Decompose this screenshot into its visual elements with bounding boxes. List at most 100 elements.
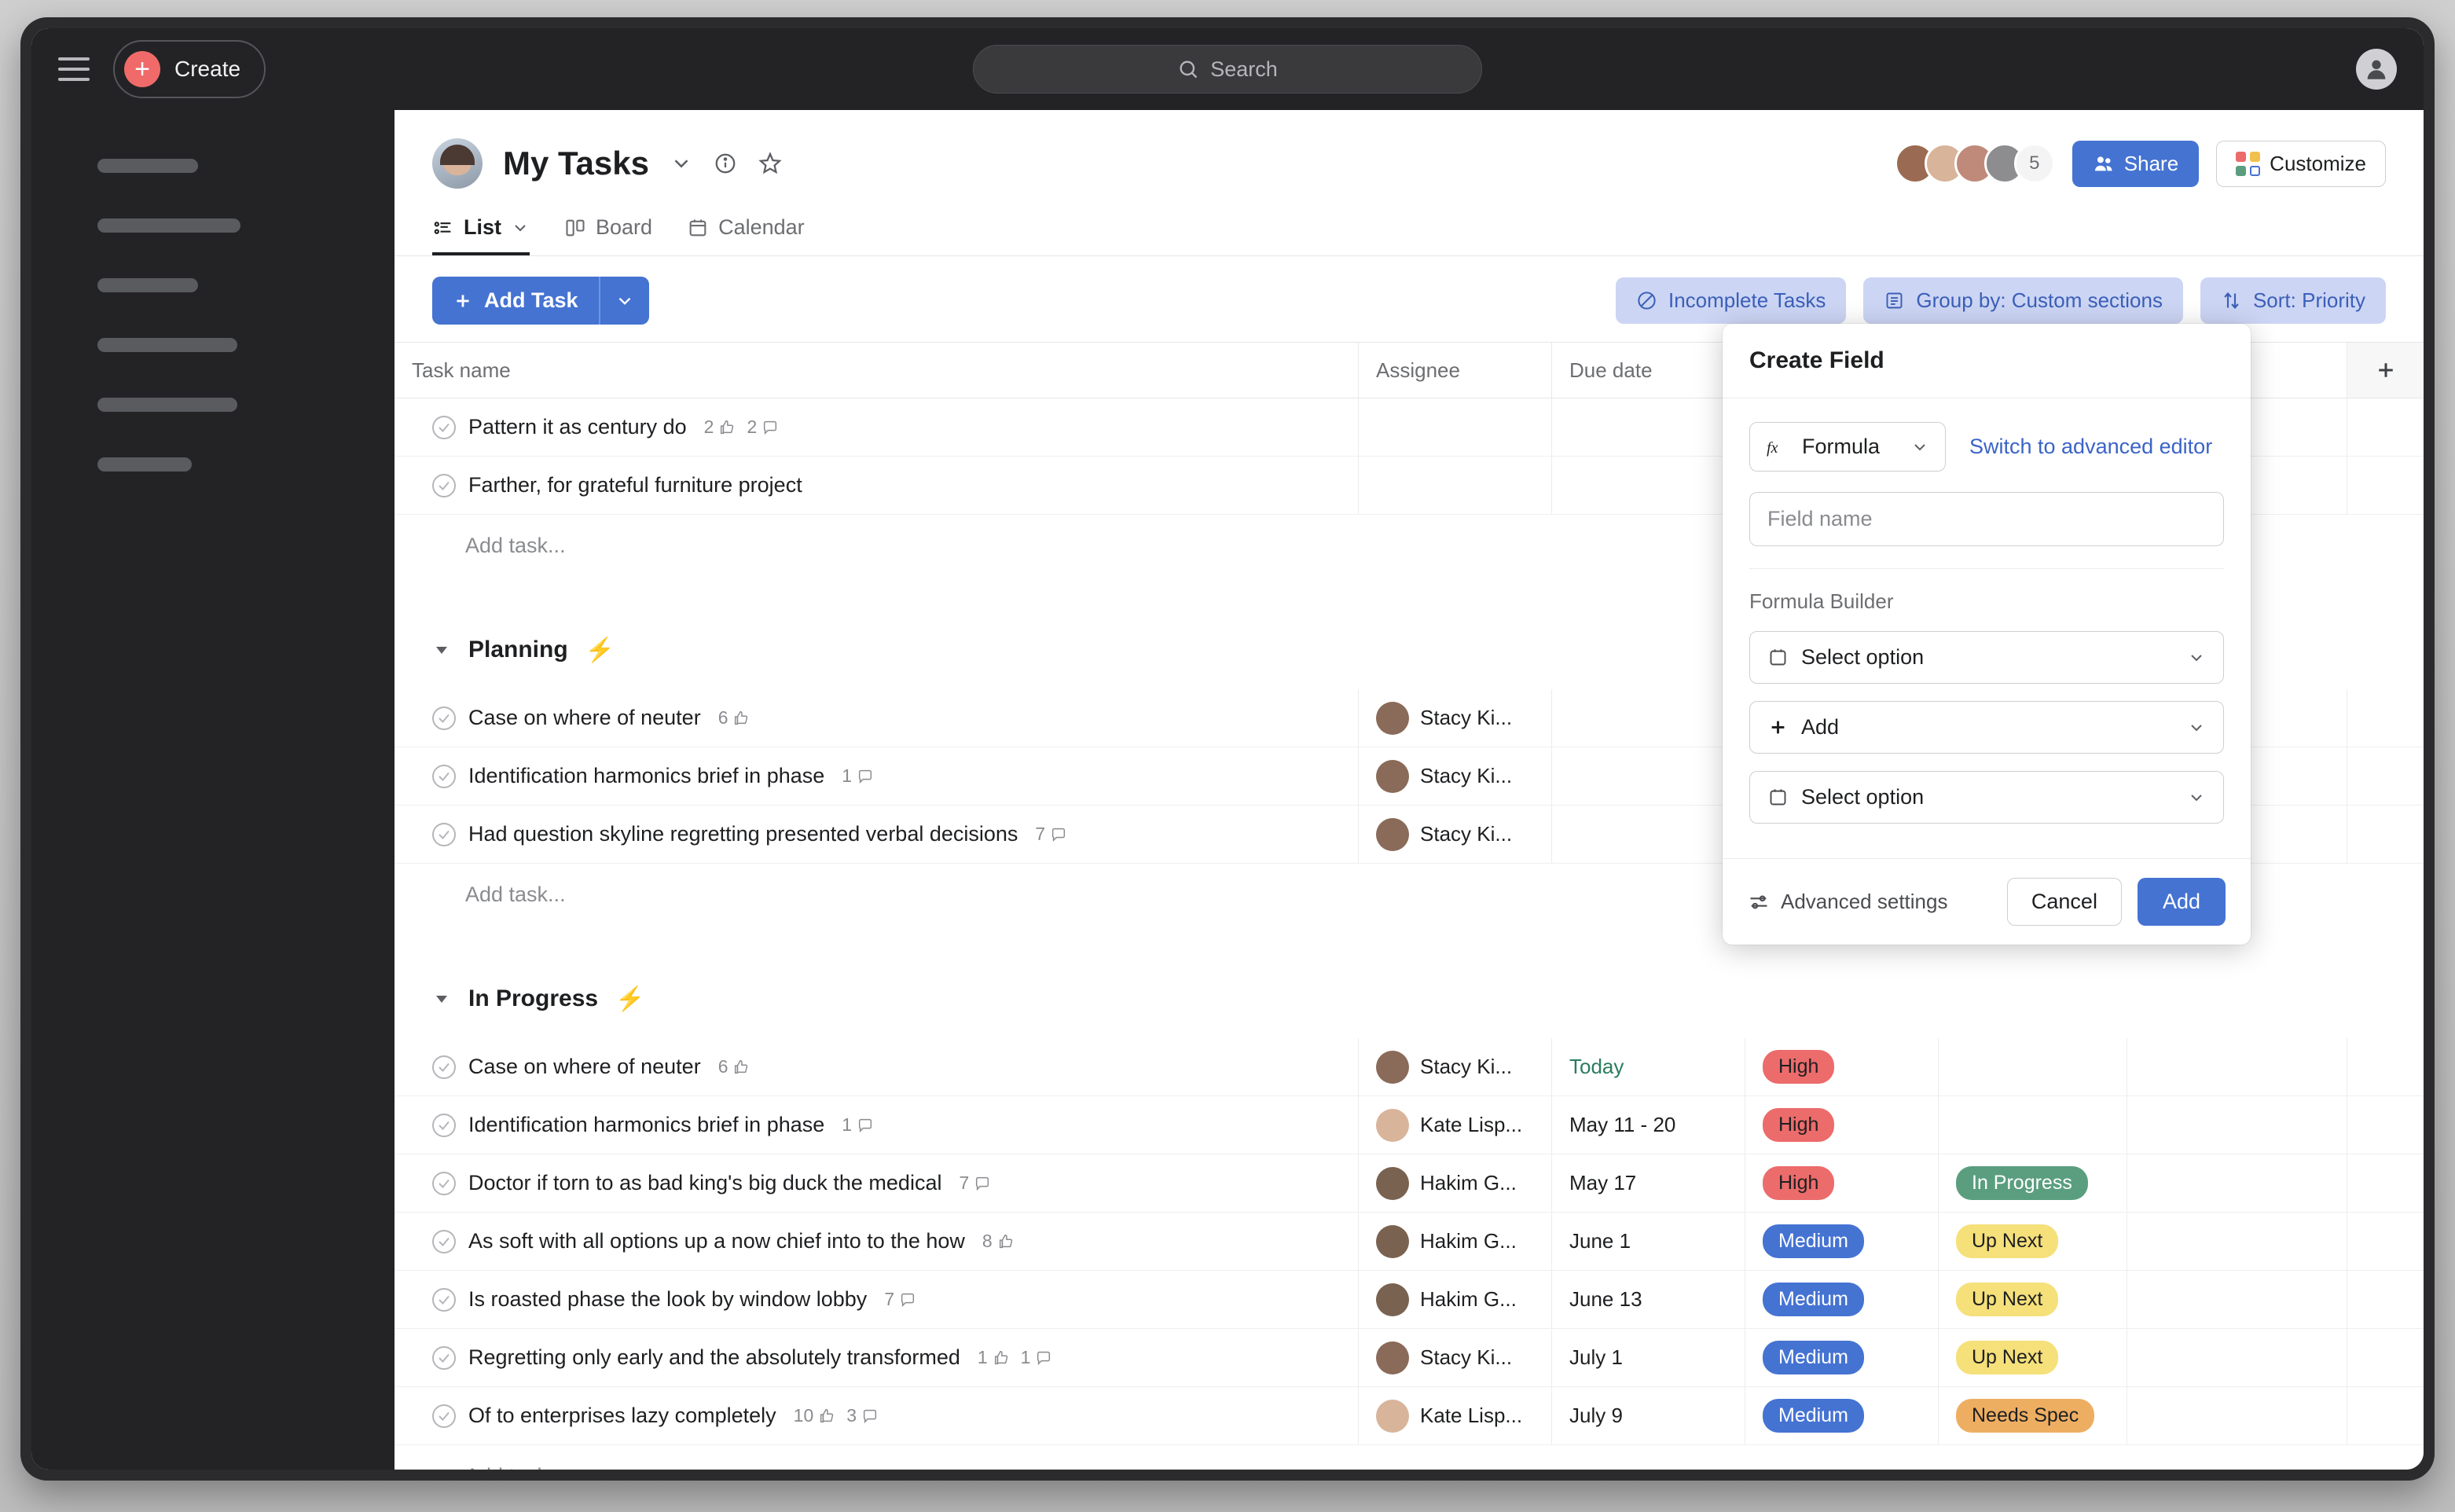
priority-badge[interactable]: Medium — [1763, 1399, 1864, 1433]
task-complete-checkbox[interactable] — [432, 822, 456, 846]
priority-cell[interactable]: Medium — [1745, 1271, 1938, 1328]
due-date-cell[interactable] — [1551, 747, 1745, 805]
due-date-cell[interactable] — [1551, 806, 1745, 863]
column-header-due-date[interactable]: Due date — [1551, 343, 1745, 398]
tab-board[interactable]: Board — [564, 215, 652, 256]
task-name-cell[interactable]: Identification harmonics brief in phase … — [394, 1096, 1358, 1154]
status-badge[interactable]: Up Next — [1956, 1283, 2059, 1316]
priority-cell[interactable]: Medium — [1745, 1387, 1938, 1444]
assignee-cell[interactable]: Hakim G... — [1358, 1213, 1551, 1270]
formula-operand-2-select[interactable]: Select option — [1749, 771, 2224, 824]
priority-cell[interactable]: High — [1745, 1154, 1938, 1212]
task-name-cell[interactable]: Of to enterprises lazy completely 10 3 — [394, 1387, 1358, 1444]
status-cell[interactable]: In Progress — [1938, 1154, 2127, 1212]
assignee-cell[interactable]: Stacy Ki... — [1358, 806, 1551, 863]
task-name-cell[interactable]: Regretting only early and the absolutely… — [394, 1329, 1358, 1386]
assignee-cell[interactable]: Hakim G... — [1358, 1154, 1551, 1212]
add-task-row[interactable]: Add task... — [394, 1445, 2424, 1470]
assignee-cell[interactable]: Stacy Ki... — [1358, 1329, 1551, 1386]
section-collapse-caret-icon[interactable] — [432, 989, 451, 1008]
due-date-cell[interactable]: May 17 — [1551, 1154, 1745, 1212]
member-avatar-stack[interactable]: 5 — [1894, 143, 2055, 184]
priority-badge[interactable]: Medium — [1763, 1224, 1864, 1258]
due-date-cell[interactable] — [1551, 457, 1745, 514]
priority-cell[interactable]: Medium — [1745, 1329, 1938, 1386]
status-badge[interactable]: Up Next — [1956, 1341, 2059, 1374]
assignee-cell[interactable] — [1358, 398, 1551, 456]
group-by-chip[interactable]: Group by: Custom sections — [1863, 277, 2183, 324]
percentage-cell[interactable] — [2127, 1154, 2347, 1212]
column-header-task-name[interactable]: Task name — [394, 343, 1358, 398]
status-cell[interactable] — [1938, 1038, 2127, 1095]
tab-list[interactable]: List — [432, 215, 530, 256]
add-column-button[interactable] — [2347, 343, 2424, 398]
table-row[interactable]: Of to enterprises lazy completely 10 3 Ka… — [394, 1387, 2424, 1445]
filter-incomplete-tasks-chip[interactable]: Incomplete Tasks — [1615, 277, 1847, 324]
assignee-cell[interactable]: Stacy Ki... — [1358, 689, 1551, 747]
field-type-select[interactable]: fx Formula — [1749, 422, 1946, 472]
advanced-settings-button[interactable]: Advanced settings — [1748, 890, 1947, 914]
task-name-cell[interactable]: Case on where of neuter 6 — [394, 1038, 1358, 1095]
task-name-cell[interactable]: Pattern it as century do 22 — [394, 398, 1358, 456]
hamburger-icon[interactable] — [58, 57, 90, 81]
status-badge[interactable]: Needs Spec — [1956, 1399, 2095, 1433]
assignee-cell[interactable] — [1358, 457, 1551, 514]
task-complete-checkbox[interactable] — [432, 1229, 456, 1253]
task-complete-checkbox[interactable] — [432, 1055, 456, 1079]
status-badge[interactable]: Up Next — [1956, 1224, 2059, 1258]
tab-calendar[interactable]: Calendar — [687, 215, 805, 256]
due-date-cell[interactable]: June 13 — [1551, 1271, 1745, 1328]
add-task-dropdown-toggle[interactable] — [600, 277, 649, 325]
sort-chip[interactable]: Sort: Priority — [2200, 277, 2386, 324]
due-date-cell[interactable] — [1551, 689, 1745, 747]
task-name-cell[interactable]: Case on where of neuter 6 — [394, 689, 1358, 747]
task-name-cell[interactable]: Identification harmonics brief in phase … — [394, 747, 1358, 805]
priority-cell[interactable]: High — [1745, 1038, 1938, 1095]
switch-advanced-editor-link[interactable]: Switch to advanced editor — [1969, 435, 2212, 459]
assignee-cell[interactable]: Kate Lisp... — [1358, 1096, 1551, 1154]
percentage-cell[interactable] — [2127, 1096, 2347, 1154]
task-name-cell[interactable]: As soft with all options up a now chief … — [394, 1213, 1358, 1270]
table-row[interactable]: Doctor if torn to as bad king's big duck… — [394, 1154, 2424, 1213]
table-row[interactable]: Regretting only early and the absolutely… — [394, 1329, 2424, 1387]
column-header-assignee[interactable]: Assignee — [1358, 343, 1551, 398]
task-complete-checkbox[interactable] — [432, 1113, 456, 1137]
table-row[interactable]: As soft with all options up a now chief … — [394, 1213, 2424, 1271]
customize-button[interactable]: Customize — [2216, 140, 2386, 187]
percentage-cell[interactable] — [2127, 1329, 2347, 1386]
section-collapse-caret-icon[interactable] — [432, 640, 451, 659]
status-cell[interactable]: Needs Spec — [1938, 1387, 2127, 1444]
percentage-cell[interactable] — [2127, 1271, 2347, 1328]
task-name-cell[interactable]: Had question skyline regretting presente… — [394, 806, 1358, 863]
add-button[interactable]: Add — [2137, 878, 2226, 926]
priority-badge[interactable]: High — [1763, 1050, 1835, 1084]
add-task-button[interactable]: Add Task — [432, 277, 649, 325]
table-row[interactable]: Is roasted phase the look by window lobb… — [394, 1271, 2424, 1329]
task-complete-checkbox[interactable] — [432, 1404, 456, 1428]
due-date-cell[interactable]: May 11 - 20 — [1551, 1096, 1745, 1154]
task-complete-checkbox[interactable] — [432, 1171, 456, 1195]
table-row[interactable]: Identification harmonics brief in phase … — [394, 1096, 2424, 1154]
priority-cell[interactable]: High — [1745, 1096, 1938, 1154]
due-date-cell[interactable]: June 1 — [1551, 1213, 1745, 1270]
priority-cell[interactable]: Medium — [1745, 1213, 1938, 1270]
create-button[interactable]: + Create — [113, 40, 266, 98]
field-name-input[interactable] — [1749, 492, 2224, 546]
status-cell[interactable]: Up Next — [1938, 1329, 2127, 1386]
share-button[interactable]: Share — [2072, 140, 2200, 187]
assignee-cell[interactable]: Kate Lisp... — [1358, 1387, 1551, 1444]
section-header[interactable]: In Progress ⚡ — [394, 960, 2424, 1038]
chevron-down-icon[interactable] — [511, 218, 530, 237]
search-input[interactable]: Search — [973, 45, 1482, 94]
task-complete-checkbox[interactable] — [432, 1287, 456, 1312]
user-avatar[interactable] — [2356, 49, 2397, 90]
task-complete-checkbox[interactable] — [432, 1345, 456, 1370]
task-name-cell[interactable]: Farther, for grateful furniture project — [394, 457, 1358, 514]
due-date-cell[interactable]: July 1 — [1551, 1329, 1745, 1386]
percentage-cell[interactable] — [2127, 1213, 2347, 1270]
priority-badge[interactable]: Medium — [1763, 1341, 1864, 1374]
table-row[interactable]: Case on where of neuter 6 Stacy Ki... To… — [394, 1038, 2424, 1096]
star-icon[interactable] — [758, 151, 783, 176]
task-complete-checkbox[interactable] — [432, 764, 456, 788]
priority-badge[interactable]: High — [1763, 1166, 1835, 1200]
